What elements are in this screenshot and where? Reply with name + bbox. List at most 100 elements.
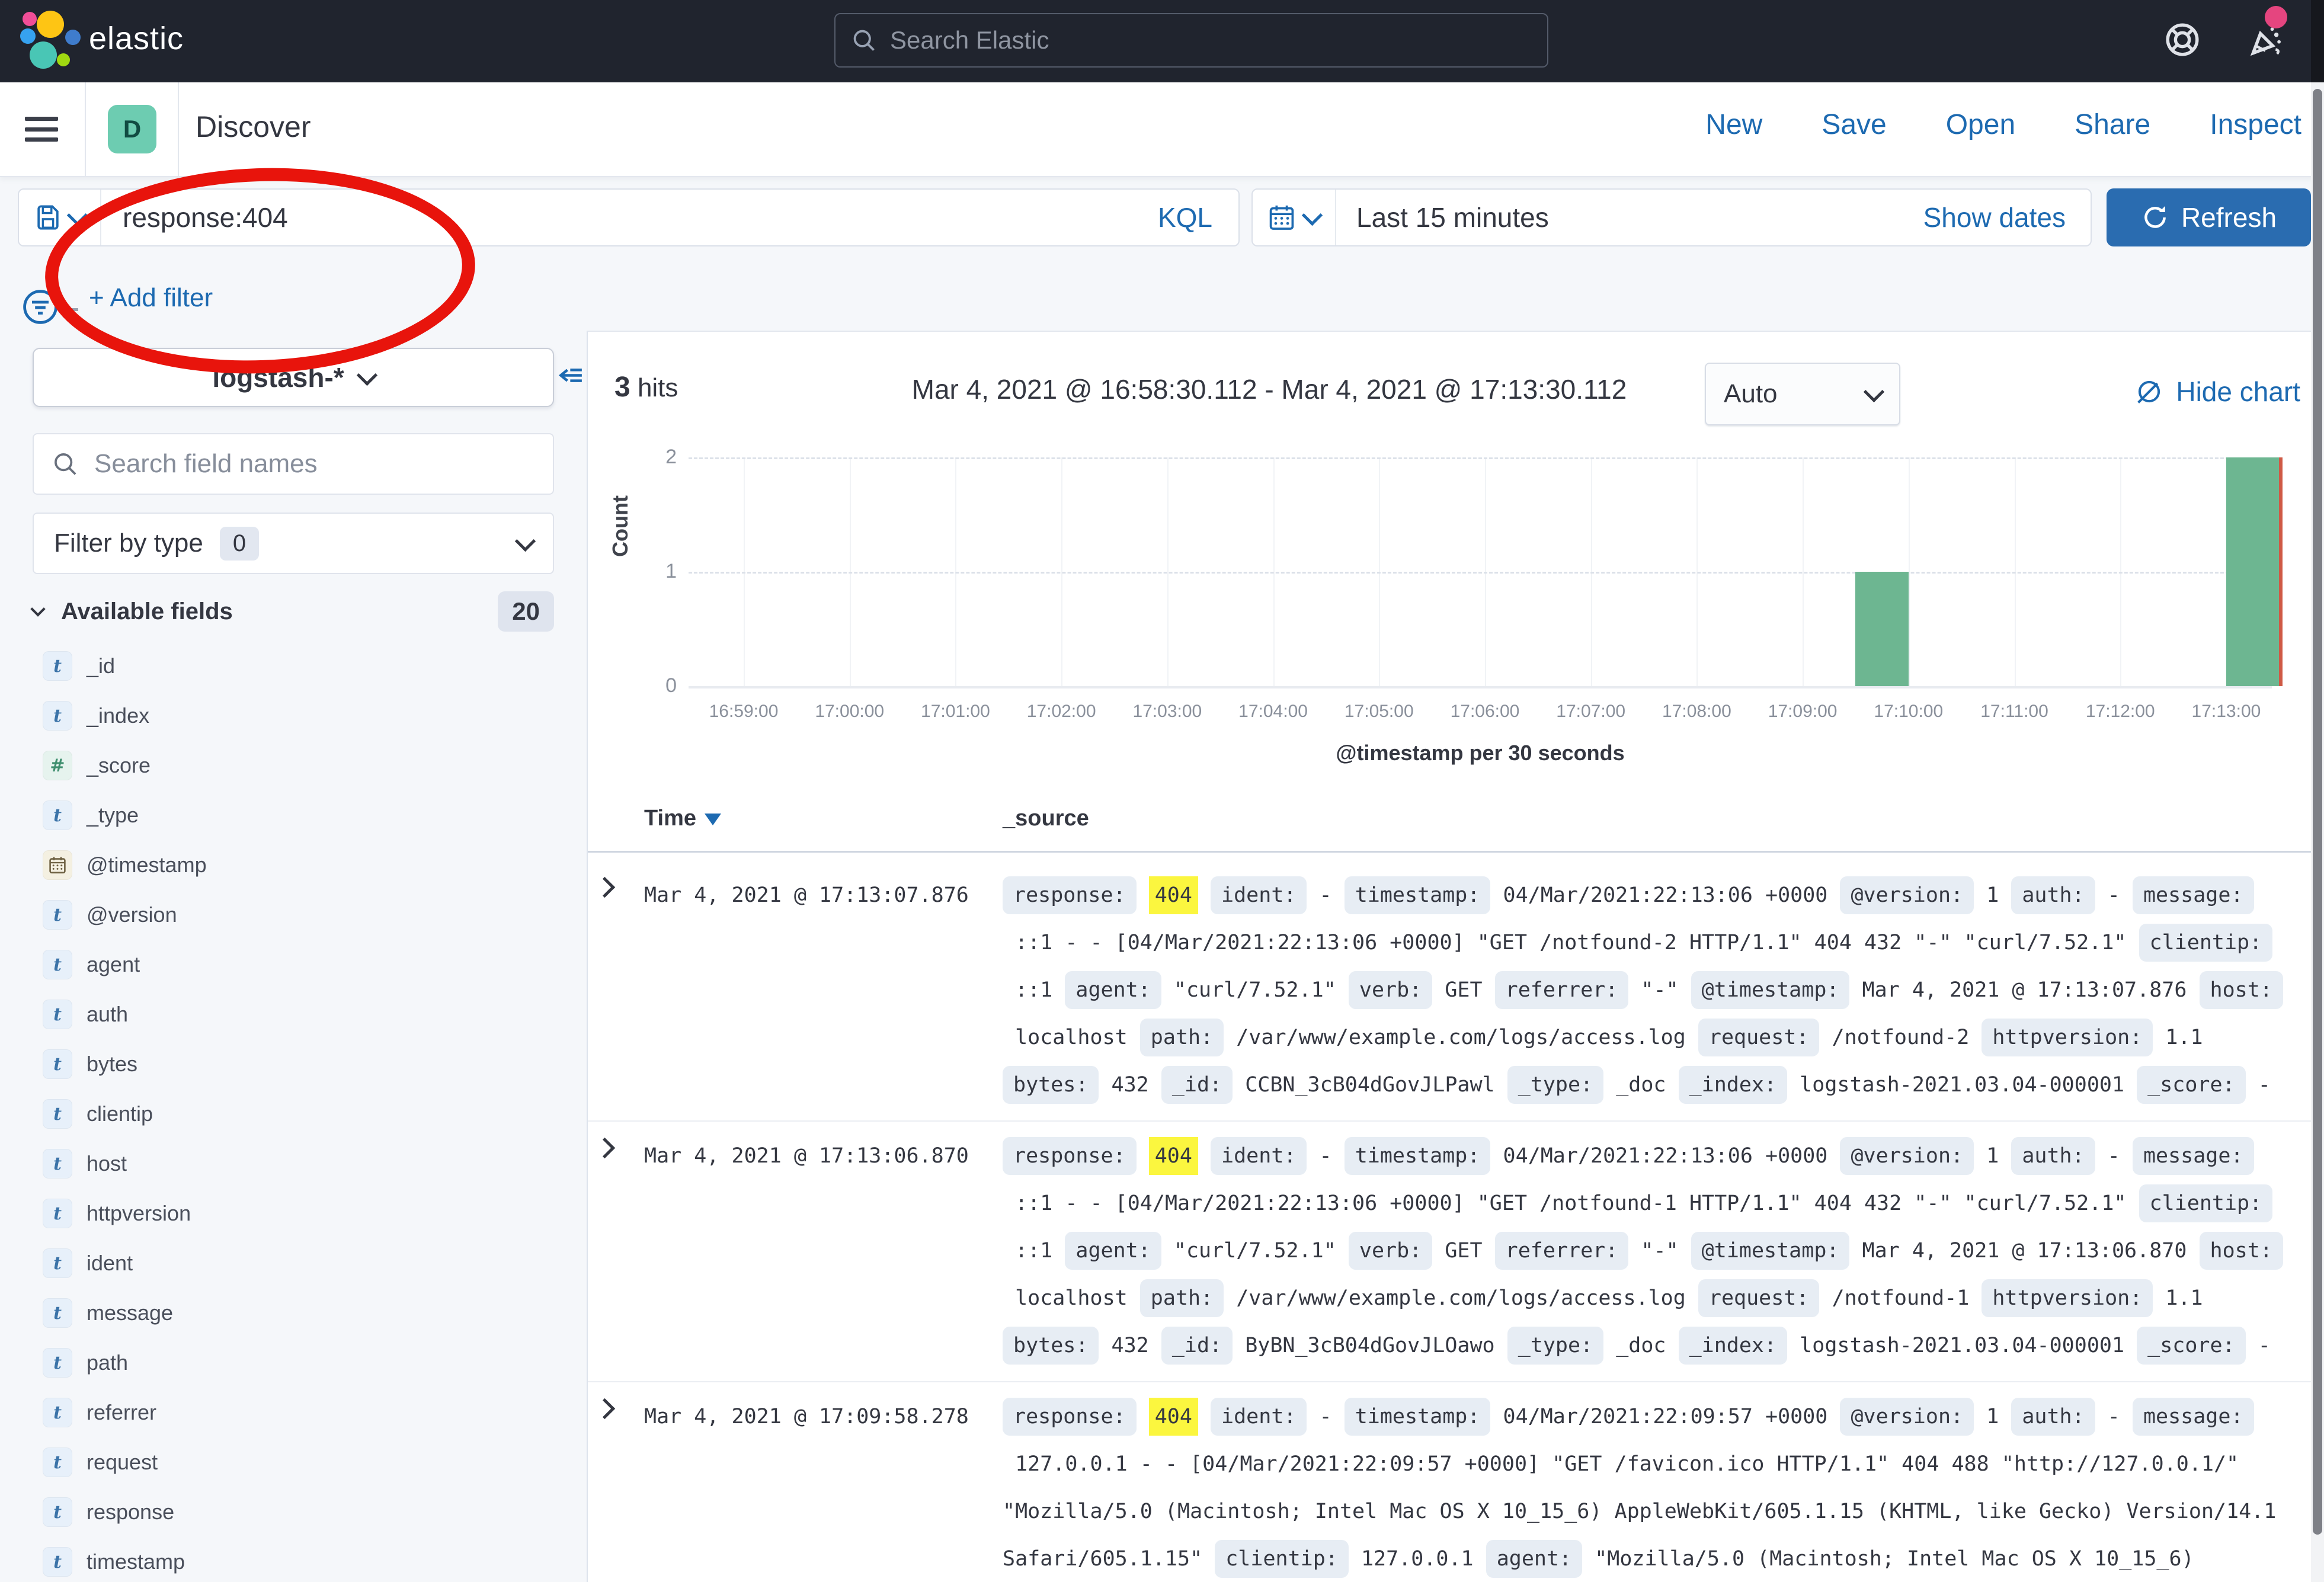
x-tick-label: 17:05:00 <box>1320 702 1438 722</box>
string-type-icon: t <box>43 900 72 930</box>
search-icon <box>52 450 79 478</box>
field-badge: message: <box>2133 876 2254 914</box>
field-item-_type[interactable]: t_type <box>0 790 587 840</box>
field-badge: path: <box>1140 1279 1224 1317</box>
string-type-icon: t <box>43 1398 72 1427</box>
field-item-agent[interactable]: tagent <box>0 940 587 989</box>
field-badge: _type: <box>1507 1066 1603 1104</box>
divider <box>178 82 179 176</box>
field-name: response <box>87 1500 174 1525</box>
x-tick-label: 17:07:00 <box>1532 702 1650 722</box>
field-item-httpversion[interactable]: thttpversion <box>0 1189 587 1238</box>
query-input[interactable]: response:404 <box>123 201 1132 233</box>
field-badge: _id: <box>1161 1066 1233 1104</box>
x-tick-label: 17:03:00 <box>1108 702 1227 722</box>
field-item-@version[interactable]: t@version <box>0 890 587 940</box>
filter-by-type-select[interactable]: Filter by type 0 <box>33 513 554 574</box>
results-panel: 3 hits Mar 4, 2021 @ 16:58:30.112 - Mar … <box>587 331 2311 1582</box>
field-badge: httpversion: <box>1982 1279 2153 1317</box>
x-tick-label: 17:00:00 <box>790 702 909 722</box>
highlighted-match: 404 <box>1149 1137 1198 1175</box>
field-badge: verb: <box>1349 1232 1432 1270</box>
expand-row-icon[interactable] <box>594 877 615 898</box>
global-search-input[interactable]: Search Elastic <box>834 13 1548 68</box>
available-fields-header[interactable]: Available fields 20 <box>33 591 554 632</box>
field-item-referrer[interactable]: treferrer <box>0 1388 587 1437</box>
field-item-_index[interactable]: t_index <box>0 691 587 741</box>
filter-divider <box>63 308 78 311</box>
appbar-action-new[interactable]: New <box>1705 108 1762 141</box>
search-icon <box>851 27 877 53</box>
field-item-_score[interactable]: #_score <box>0 741 587 790</box>
table-header: Time _source <box>588 800 2312 851</box>
field-item-path[interactable]: tpath <box>0 1338 587 1388</box>
field-badge: _id: <box>1161 1327 1233 1365</box>
saved-query-menu[interactable] <box>19 190 101 245</box>
x-tick-label: 16:59:00 <box>684 702 803 722</box>
field-item-auth[interactable]: tauth <box>0 989 587 1039</box>
field-item-_id[interactable]: t_id <box>0 641 587 691</box>
menu-hamburger-icon[interactable] <box>25 117 58 142</box>
time-range-value[interactable]: Last 15 minutes <box>1356 201 1923 233</box>
histogram-bar[interactable] <box>2226 457 2279 686</box>
field-item-clientip[interactable]: tclientip <box>0 1089 587 1139</box>
field-search-input[interactable]: Search field names <box>33 433 554 495</box>
field-item-bytes[interactable]: tbytes <box>0 1039 587 1089</box>
add-filter-button[interactable]: + Add filter <box>89 283 213 313</box>
refresh-button[interactable]: Refresh <box>2107 188 2311 246</box>
kibana-discover-page: elastic Search Elastic D Discover NewSav… <box>0 0 2324 1582</box>
index-pattern-select[interactable]: logstash-* <box>33 348 554 407</box>
chevron-down-icon <box>357 364 377 385</box>
global-header: elastic Search Elastic <box>0 0 2324 82</box>
field-badge: message: <box>2133 1137 2254 1175</box>
expand-row-icon[interactable] <box>594 1398 615 1419</box>
field-item-message[interactable]: tmessage <box>0 1288 587 1338</box>
discover-app-badge[interactable]: D <box>108 105 156 153</box>
highlighted-match: 404 <box>1149 876 1198 914</box>
date-quick-menu[interactable] <box>1253 190 1336 245</box>
string-type-icon: t <box>43 800 72 830</box>
interval-select[interactable]: Auto <box>1705 363 1900 425</box>
field-item-timestamp[interactable]: ttimestamp <box>0 1537 587 1582</box>
scrollbar[interactable] <box>2311 0 2324 1582</box>
highlighted-match: 404 <box>1149 1398 1198 1436</box>
field-name: request <box>87 1450 158 1475</box>
date-picker[interactable]: Last 15 minutes Show dates <box>1251 188 2092 246</box>
appbar-action-inspect[interactable]: Inspect <box>2210 108 2301 141</box>
field-item-@timestamp[interactable]: @timestamp <box>0 840 587 890</box>
histogram-bar[interactable] <box>1855 572 1908 686</box>
appbar-action-share[interactable]: Share <box>2075 108 2150 141</box>
y-tick-label: 2 <box>641 446 677 469</box>
help-icon[interactable] <box>2164 21 2201 58</box>
field-badge: @timestamp: <box>1691 1232 1850 1270</box>
histogram-chart[interactable]: 16:59:0017:00:0017:01:0017:02:0017:03:00… <box>689 457 2272 686</box>
field-item-ident[interactable]: tident <box>0 1238 587 1288</box>
field-item-host[interactable]: thost <box>0 1139 587 1189</box>
type-filter-count-badge: 0 <box>220 527 259 561</box>
query-language-button[interactable]: KQL <box>1132 201 1238 233</box>
x-tick-label: 17:01:00 <box>896 702 1014 722</box>
string-type-icon: t <box>43 1547 72 1577</box>
scrollbar-thumb[interactable] <box>2313 89 2322 1535</box>
field-badge: clientip: <box>2139 924 2273 962</box>
show-dates-button[interactable]: Show dates <box>1923 201 2091 233</box>
field-item-request[interactable]: trequest <box>0 1437 587 1487</box>
hits-count: 3 hits <box>614 371 678 403</box>
eye-slash-icon <box>2136 378 2163 405</box>
field-badge: _index: <box>1679 1066 1788 1104</box>
header-divider <box>588 851 2312 853</box>
field-badge: auth: <box>2011 1398 2095 1436</box>
field-badge: path: <box>1140 1019 1224 1056</box>
hide-chart-button[interactable]: Hide chart <box>2136 376 2300 408</box>
app-menu-bar: D Discover NewSaveOpenShareInspect <box>0 82 2324 177</box>
column-header-source[interactable]: _source <box>1003 806 1089 831</box>
expand-row-icon[interactable] <box>594 1138 615 1158</box>
column-header-time[interactable]: Time <box>644 806 721 831</box>
elastic-logo-icon[interactable] <box>23 11 88 72</box>
field-item-response[interactable]: tresponse <box>0 1487 587 1537</box>
appbar-action-open[interactable]: Open <box>1946 108 2015 141</box>
appbar-action-save[interactable]: Save <box>1822 108 1886 141</box>
filter-icon[interactable] <box>21 288 59 326</box>
collapse-sidebar-icon[interactable] <box>556 364 587 395</box>
query-bar[interactable]: response:404 KQL <box>18 188 1240 246</box>
